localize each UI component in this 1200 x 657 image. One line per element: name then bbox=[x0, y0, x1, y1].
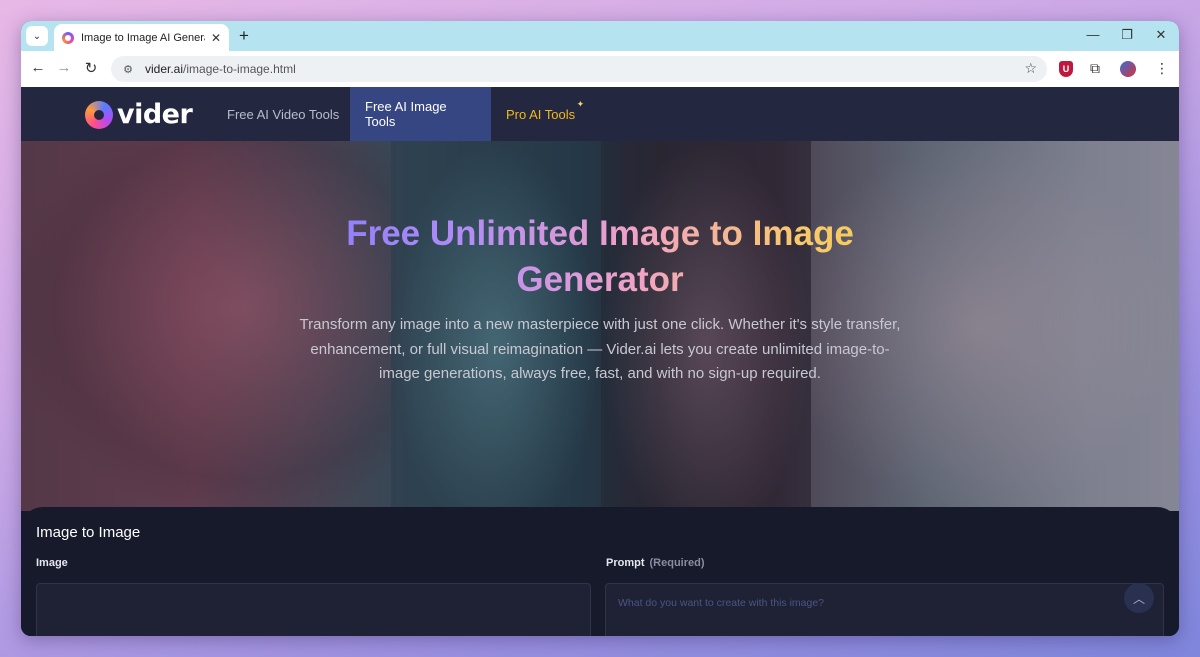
bookmark-star-icon[interactable]: ☆ bbox=[1024, 60, 1037, 77]
browser-menu-icon[interactable]: ⋮ bbox=[1152, 60, 1172, 77]
image-upload-area[interactable] bbox=[36, 583, 591, 636]
tab-strip: ⌄ Image to Image AI Generator – ✕ + — ❐ … bbox=[21, 21, 1179, 51]
chevron-down-icon: ⌄ bbox=[32, 30, 42, 42]
browser-window: ⌄ Image to Image AI Generator – ✕ + — ❐ … bbox=[21, 21, 1179, 636]
browser-tab[interactable]: Image to Image AI Generator – ✕ bbox=[54, 24, 229, 51]
vider-logo[interactable]: vider bbox=[85, 99, 193, 130]
hero-description: Transform any image into a new masterpie… bbox=[299, 316, 901, 382]
minimize-button[interactable]: — bbox=[1082, 27, 1104, 42]
page-title: Free Unlimited Image to Image Generator bbox=[271, 211, 929, 303]
tab-title: Image to Image AI Generator – bbox=[81, 31, 205, 44]
page-content: vider Free AI Video Tools Free AI Image … bbox=[21, 87, 1179, 636]
required-indicator: (Required) bbox=[649, 557, 705, 569]
image-label: Image bbox=[36, 557, 68, 569]
tab-search-button[interactable]: ⌄ bbox=[26, 26, 48, 46]
form-title: Image to Image bbox=[36, 524, 141, 541]
sparkle-icon: ✦ bbox=[576, 99, 585, 109]
prompt-placeholder: What do you want to create with this ima… bbox=[618, 597, 825, 609]
prompt-textarea[interactable]: What do you want to create with this ima… bbox=[605, 583, 1164, 636]
scroll-to-top-button[interactable]: ︿ bbox=[1124, 583, 1154, 613]
nav-pro-ai-tools[interactable]: Pro AI Tools ✦ bbox=[491, 87, 590, 141]
new-tab-button[interactable]: + bbox=[234, 26, 254, 46]
avatar bbox=[1120, 61, 1136, 77]
forward-button[interactable]: → bbox=[54, 59, 74, 76]
restore-button[interactable]: ❐ bbox=[1116, 27, 1138, 43]
close-tab-icon[interactable]: ✕ bbox=[211, 31, 221, 45]
close-window-button[interactable]: ✕ bbox=[1150, 27, 1172, 43]
url-domain: vider.ai bbox=[145, 62, 184, 76]
chevron-up-icon: ︿ bbox=[1132, 591, 1145, 606]
reload-button[interactable]: ↻ bbox=[81, 59, 101, 77]
ublock-icon: U bbox=[1059, 61, 1073, 77]
url-text[interactable]: vider.ai/image-to-image.html bbox=[145, 62, 296, 76]
url-path: /image-to-image.html bbox=[183, 62, 296, 76]
vider-logo-icon bbox=[85, 100, 113, 129]
logo-text: vider bbox=[117, 99, 193, 130]
ublock-extension-button[interactable]: U bbox=[1059, 61, 1079, 77]
vider-favicon-icon bbox=[62, 31, 74, 44]
address-bar[interactable]: ⚙ vider.ai/image-to-image.html ☆ bbox=[111, 56, 1047, 82]
site-navbar: vider Free AI Video Tools Free AI Image … bbox=[21, 87, 1179, 141]
prompt-label: Prompt (Required) bbox=[606, 557, 705, 569]
back-button[interactable]: ← bbox=[28, 59, 48, 76]
hero-section: Free Unlimited Image to Image Generator … bbox=[21, 141, 1179, 511]
nav-pro-label: Pro AI Tools bbox=[506, 106, 576, 122]
profile-button[interactable] bbox=[1120, 61, 1140, 77]
image-to-image-form: Image to Image Image Prompt (Required) Wh… bbox=[21, 507, 1179, 636]
prompt-label-text: Prompt bbox=[606, 557, 645, 569]
nav-free-ai-video-tools[interactable]: Free AI Video Tools bbox=[212, 87, 354, 141]
browser-toolbar: ← → ↻ ⚙ vider.ai/image-to-image.html ☆ U… bbox=[21, 51, 1179, 87]
site-settings-icon[interactable]: ⚙ bbox=[119, 63, 137, 76]
nav-free-ai-image-tools[interactable]: Free AI Image Tools bbox=[350, 87, 491, 141]
extensions-puzzle-icon[interactable]: ⧉ bbox=[1085, 60, 1105, 77]
